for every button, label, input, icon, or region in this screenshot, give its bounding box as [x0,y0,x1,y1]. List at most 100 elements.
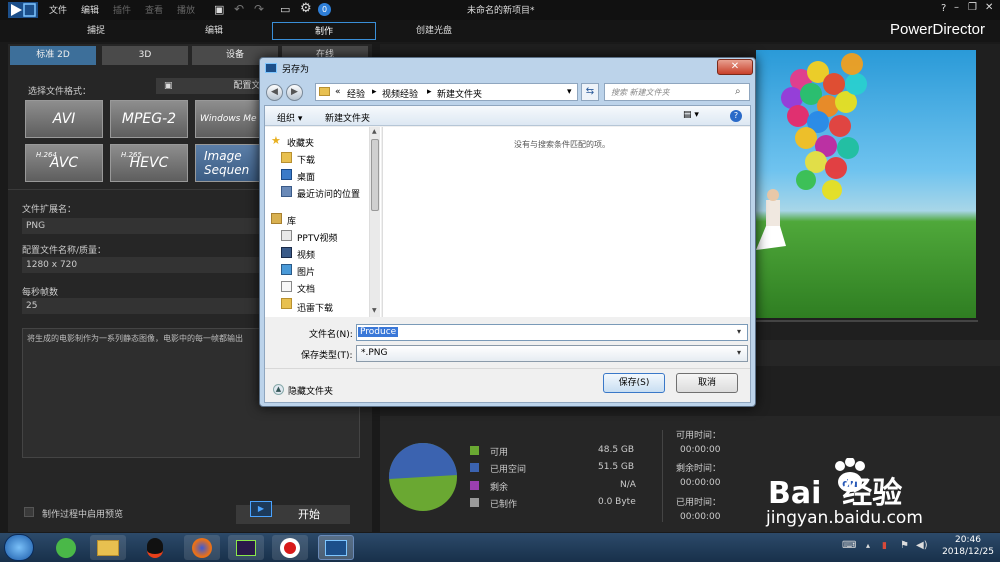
save-icon[interactable]: ▣ [214,3,224,16]
tab-standard-2d[interactable]: 标准 2D [10,46,96,65]
format-mpeg2-button[interactable]: MPEG-2 [110,100,188,138]
navigation-pane: ★ 收藏夹 下载 桌面 最近访问的位置 库 PPTV视频 视频 图片 文档 迅雷… [265,127,381,317]
undo-icon[interactable]: ↶ [234,2,244,16]
notification-icon[interactable]: 0 [318,3,331,16]
taskbar-explorer-icon[interactable] [90,535,126,560]
nav-item-label: 库 [287,217,297,227]
nav-item-libraries[interactable]: 库 [265,213,369,227]
cancel-button[interactable]: 取消 [676,373,738,393]
tray-usb-icon[interactable]: ▮ [882,541,887,551]
start-button[interactable]: ▶ 开始 [236,501,350,524]
scroll-down-arrow[interactable]: ▼ [372,307,377,314]
tab-capture[interactable]: 捕捉 [60,22,132,40]
tab-3d[interactable]: 3D [102,46,188,65]
help-icon[interactable]: ? [730,110,742,122]
tray-volume-icon[interactable]: ◀) [916,540,928,551]
format-avi-button[interactable]: AVI [25,100,103,138]
save-button[interactable]: 保存(S) [603,373,665,393]
filename-dropdown-icon[interactable]: ▾ [737,327,741,336]
monitor-icon[interactable]: ▭ [280,3,290,16]
fps-select[interactable]: 25 [22,298,262,314]
nav-item-desktop[interactable]: 桌面 [265,169,369,183]
nav-scrollbar[interactable]: ▲ ▼ [369,127,380,317]
scrollbar-thumb[interactable] [371,139,379,211]
new-folder-button[interactable]: 新建文件夹 [325,111,370,124]
menu-edit[interactable]: 编辑 [81,3,99,16]
taskbar-firefox-icon[interactable] [184,535,220,560]
start-orb[interactable] [4,534,34,561]
mode-tabs: 捕捉 编辑 制作 创建光盘 PowerDirector [0,20,1000,42]
breadcrumb-overflow[interactable]: « [335,87,341,97]
breadcrumb-item[interactable]: 新建文件夹 [437,87,482,100]
scroll-up-arrow[interactable]: ▲ [372,128,377,135]
clock[interactable]: 20:46 2018/12/25 [940,535,996,557]
remaining-time-value: 00:00:00 [680,478,721,488]
refresh-button[interactable]: ⇆ [581,83,599,101]
back-button[interactable]: ◀ [266,84,283,101]
dialog-close-button[interactable]: ✕ [717,59,753,75]
taskbar-media-icon[interactable] [228,535,264,560]
tray-keyboard-icon[interactable]: ⌨ [842,540,856,551]
preview-scrubber[interactable] [756,320,978,322]
address-bar[interactable]: « 经验 ▸ 视频经验 ▸ 新建文件夹 ▾ [315,83,578,101]
view-options-icon[interactable]: ▤ ▾ [683,110,699,120]
menu-plugins[interactable]: 插件 [113,3,131,16]
taskbar-qq-icon[interactable] [137,535,173,560]
available-time-value: 00:00:00 [680,445,721,455]
redo-icon[interactable]: ↷ [254,2,264,16]
tab-edit[interactable]: 编辑 [178,22,250,40]
file-list[interactable]: 没有与搜索条件匹配的项。 [382,127,750,317]
search-box[interactable]: 搜索 新建文件夹 ⌕ [604,83,750,101]
nav-item-pictures[interactable]: 图片 [265,264,369,278]
format-hevc-button[interactable]: H.265 HEVC [110,144,188,182]
menu-file[interactable]: 文件 [49,3,67,16]
filetype-label: 保存类型(T): [301,351,353,361]
dialog-divider [265,368,750,369]
filetype-select[interactable]: *.PNG ▾ [356,345,748,362]
tray-expand-icon[interactable]: ▴ [866,541,870,550]
taskbar-browser-icon[interactable] [48,535,84,560]
nav-item-downloads[interactable]: 下载 [265,152,369,166]
library-icon [271,213,282,224]
gear-icon[interactable]: ⚙ [300,1,312,16]
tray-flag-icon[interactable]: ⚑ [900,540,909,551]
nav-item-recent-places[interactable]: 最近访问的位置 [265,186,369,200]
tab-produce[interactable]: 制作 [272,22,376,40]
menu-play[interactable]: 播放 [177,3,195,16]
menu-view[interactable]: 查看 [145,3,163,16]
nav-item-label: 视频 [297,251,316,261]
format-avc-codec: H.264 [36,151,57,159]
nav-item-label: 最近访问的位置 [297,190,361,200]
command-bar: 组织 ▾ 新建文件夹 ▤ ▾ ? [265,106,750,126]
clock-date: 2018/12/25 [942,547,994,557]
extension-select[interactable]: PNG [22,218,262,234]
organize-button[interactable]: 组织 ▾ [277,111,302,124]
nav-item-favorites[interactable]: ★ 收藏夹 [265,135,369,149]
help-button[interactable]: ? [941,3,946,14]
preview-checkbox[interactable] [24,507,34,517]
picture-folder-icon [281,264,292,275]
tab-create-disc[interactable]: 创建光盘 [398,22,470,40]
legend-used: 已用空间 51.5 GB [470,461,640,475]
hide-folders-toggle[interactable]: ▲ 隐藏文件夹 [273,384,363,398]
nav-item-pptv[interactable]: PPTV视频 [265,230,369,244]
taskbar-recorder-icon[interactable] [272,535,308,560]
profile-icon: ▣ [164,81,173,91]
minimize-button[interactable]: – [954,2,959,13]
profile-quality-select[interactable]: 1280 x 720 [22,257,262,273]
breadcrumb-item[interactable]: 经验 [347,87,365,100]
breadcrumb-item[interactable]: 视频经验 [382,87,418,100]
close-button[interactable]: ✕ [985,2,993,13]
address-dropdown-icon[interactable]: ▾ [567,87,572,97]
profile-button[interactable]: ▣ 配置文 [156,78,266,94]
taskbar-powerdirector-icon[interactable] [318,535,354,560]
save-as-dialog: 另存为 ✕ ◀ ▶ « 经验 ▸ 视频经验 ▸ 新建文件夹 ▾ ⇆ 搜索 新建文… [259,57,756,407]
nav-item-documents[interactable]: 文档 [265,281,369,295]
maximize-button[interactable]: ❐ [968,2,977,13]
forward-button[interactable]: ▶ [286,84,303,101]
breadcrumb-separator: ▸ [427,87,432,97]
nav-item-thunder-downloads[interactable]: 迅雷下载 [265,298,369,314]
filename-input[interactable]: Produce ▾ [356,324,748,341]
nav-item-videos[interactable]: 视频 [265,247,369,261]
format-avc-button[interactable]: H.264 AVC [25,144,103,182]
